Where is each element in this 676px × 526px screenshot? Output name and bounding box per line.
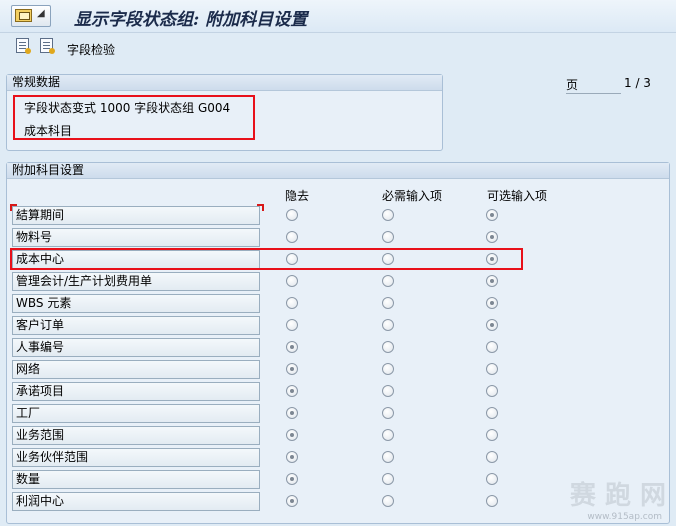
radio-optional[interactable] xyxy=(486,363,498,375)
radio-optional[interactable] xyxy=(486,473,498,485)
highlight-box-cost-center xyxy=(10,248,523,270)
general-data-header: 常规数据 xyxy=(7,75,442,91)
radio-suppress[interactable] xyxy=(286,385,298,397)
field-label: 管理会计/生产计划费用单 xyxy=(12,272,260,291)
column-header-suppress: 隐去 xyxy=(285,189,310,203)
radio-suppress[interactable] xyxy=(286,429,298,441)
column-header-optional: 可选输入项 xyxy=(487,189,548,203)
focus-corner-tr xyxy=(257,204,264,211)
focus-corner-tl xyxy=(10,204,17,211)
field-label: 业务范围 xyxy=(12,426,260,445)
page-number: 1 / 3 xyxy=(624,76,651,90)
field-label: WBS 元素 xyxy=(12,294,260,313)
radio-optional[interactable] xyxy=(486,231,498,243)
watermark-logo: 赛 跑 网 xyxy=(569,481,666,511)
radio-optional[interactable] xyxy=(486,385,498,397)
radio-suppress[interactable] xyxy=(286,319,298,331)
radio-required[interactable] xyxy=(382,297,394,309)
title-bar: ◢ 显示字段状态组: 附加科目设置 xyxy=(0,0,676,33)
field-label: 利润中心 xyxy=(12,492,260,511)
radio-suppress[interactable] xyxy=(286,407,298,419)
radio-suppress[interactable] xyxy=(286,363,298,375)
previous-group-icon[interactable] xyxy=(16,38,31,54)
radio-optional[interactable] xyxy=(486,319,498,331)
field-label: 物料号 xyxy=(12,228,260,247)
radio-suppress[interactable] xyxy=(286,275,298,287)
radio-suppress[interactable] xyxy=(286,297,298,309)
radio-suppress[interactable] xyxy=(286,341,298,353)
radio-optional[interactable] xyxy=(486,275,498,287)
watermark-url: www.915ap.com xyxy=(587,512,662,522)
radio-optional[interactable] xyxy=(486,407,498,419)
radio-suppress[interactable] xyxy=(286,495,298,507)
system-menu-button[interactable]: ◢ xyxy=(11,5,51,27)
field-label: 网络 xyxy=(12,360,260,379)
application-toolbar: 字段检验 xyxy=(0,33,676,61)
radio-required[interactable] xyxy=(382,341,394,353)
field-label: 业务伙伴范围 xyxy=(12,448,260,467)
field-check-button[interactable]: 字段检验 xyxy=(67,41,115,58)
radio-suppress[interactable] xyxy=(286,231,298,243)
radio-suppress[interactable] xyxy=(286,451,298,463)
radio-required[interactable] xyxy=(382,385,394,397)
radio-required[interactable] xyxy=(382,231,394,243)
radio-suppress[interactable] xyxy=(286,473,298,485)
radio-optional[interactable] xyxy=(486,495,498,507)
additional-account-header: 附加科目设置 xyxy=(7,163,669,179)
screen-icon xyxy=(15,9,32,22)
radio-optional[interactable] xyxy=(486,209,498,221)
page-indicator: 页 1 / 3 xyxy=(566,76,651,94)
radio-required[interactable] xyxy=(382,451,394,463)
radio-required[interactable] xyxy=(382,495,394,507)
page-label: 页 xyxy=(566,76,621,94)
radio-required[interactable] xyxy=(382,429,394,441)
field-label: 客户订单 xyxy=(12,316,260,335)
highlight-box-general xyxy=(13,95,255,140)
radio-required[interactable] xyxy=(382,473,394,485)
page-title: 显示字段状态组: 附加科目设置 xyxy=(74,10,308,30)
radio-optional[interactable] xyxy=(486,341,498,353)
column-header-required: 必需输入项 xyxy=(382,189,443,203)
radio-optional[interactable] xyxy=(486,451,498,463)
field-label: 結算期间 xyxy=(12,206,260,225)
radio-suppress[interactable] xyxy=(286,209,298,221)
field-label: 承诺项目 xyxy=(12,382,260,401)
radio-required[interactable] xyxy=(382,363,394,375)
radio-required[interactable] xyxy=(382,209,394,221)
radio-optional[interactable] xyxy=(486,429,498,441)
chevron-down-icon: ◢ xyxy=(37,8,45,19)
next-group-icon[interactable] xyxy=(40,38,55,54)
radio-required[interactable] xyxy=(382,319,394,331)
field-label: 数量 xyxy=(12,470,260,489)
radio-required[interactable] xyxy=(382,407,394,419)
radio-optional[interactable] xyxy=(486,297,498,309)
field-label: 工厂 xyxy=(12,404,260,423)
field-label: 人事编号 xyxy=(12,338,260,357)
radio-required[interactable] xyxy=(382,275,394,287)
